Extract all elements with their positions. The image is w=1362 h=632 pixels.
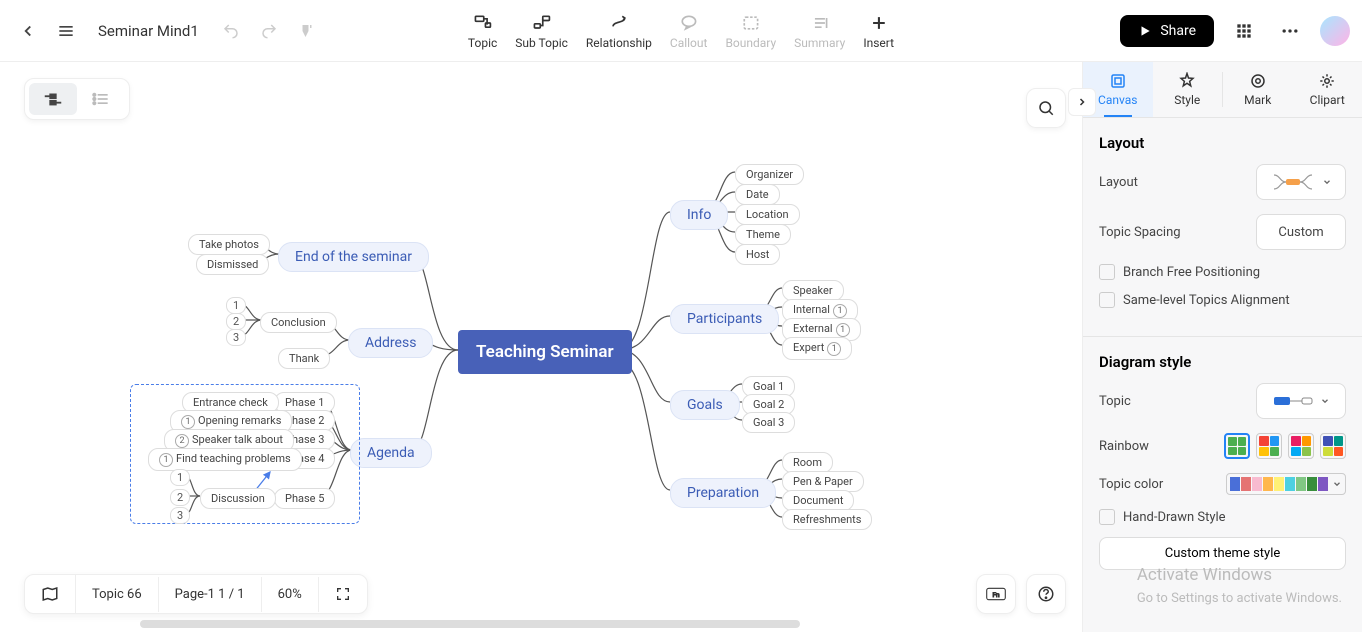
tab-mark[interactable]: Mark [1223, 62, 1293, 117]
node-sub[interactable]: Document [782, 490, 854, 511]
outline-view-icon[interactable] [77, 83, 125, 115]
tb-topic[interactable]: Topic [468, 12, 497, 50]
node-sub[interactable]: Host [735, 244, 780, 265]
zoom-level[interactable]: 60% [262, 577, 319, 612]
topic-color-select[interactable] [1226, 473, 1346, 495]
diagram-title: Diagram style [1099, 353, 1346, 371]
mindmap-view-icon[interactable] [29, 83, 77, 115]
fullscreen-icon[interactable] [319, 576, 367, 612]
node-sub[interactable]: Pen & Paper [782, 471, 864, 492]
node-sub[interactable]: 1Find teaching problems [148, 448, 302, 471]
rainbow-opt-3[interactable] [1288, 433, 1314, 459]
tb-boundary: Boundary [725, 12, 776, 50]
spacing-select[interactable]: Custom [1256, 214, 1346, 250]
node-end[interactable]: End of the seminar [278, 242, 429, 272]
more-icon[interactable] [1274, 15, 1306, 47]
back-icon[interactable] [12, 15, 44, 47]
node-sub[interactable]: Conclusion [260, 312, 337, 333]
node-sub[interactable]: Discussion [200, 488, 276, 509]
rainbow-options[interactable] [1224, 433, 1346, 459]
toolbar-center: Topic Sub Topic Relationship Callout Bou… [468, 12, 894, 50]
tab-style[interactable]: Style [1153, 62, 1223, 117]
collapse-panel-icon[interactable] [1068, 88, 1096, 116]
node-info[interactable]: Info [670, 200, 728, 230]
rainbow-label: Rainbow [1099, 439, 1149, 454]
redo-icon[interactable] [253, 15, 285, 47]
node-tiny[interactable]: 1 [170, 469, 190, 486]
node-sub[interactable]: Phase 5 [274, 488, 335, 509]
node-sub[interactable]: Thank [278, 348, 330, 369]
page-indicator[interactable]: Page-1 1 / 1 [159, 577, 262, 612]
node-sub[interactable]: Theme [735, 224, 791, 245]
tb-insert[interactable]: Insert [863, 12, 894, 50]
node-sub[interactable]: Room [782, 452, 833, 473]
node-sub[interactable]: Take photos [188, 234, 270, 255]
node-sub[interactable]: Date [735, 184, 780, 205]
node-tiny[interactable]: 2 [226, 313, 246, 330]
node-address[interactable]: Address [348, 328, 433, 358]
scrollbar[interactable] [140, 620, 800, 628]
bottom-bar: Topic 66 Page-1 1 / 1 60% [24, 574, 368, 614]
toolbar: Seminar Mind1 Topic Sub Topic Relationsh… [0, 0, 1362, 62]
layout-label: Layout [1099, 175, 1138, 190]
undo-icon[interactable] [215, 15, 247, 47]
node-agenda[interactable]: Agenda [350, 438, 432, 468]
doc-title[interactable]: Seminar Mind1 [98, 22, 199, 40]
avatar[interactable] [1320, 16, 1350, 46]
layout-select[interactable] [1256, 164, 1346, 200]
chk-branch-free[interactable]: Branch Free Positioning [1099, 264, 1346, 280]
search-icon[interactable] [1026, 88, 1066, 128]
chk-same-level[interactable]: Same-level Topics Alignment [1099, 292, 1346, 308]
tb-callout: Callout [670, 12, 708, 50]
tb-relationship[interactable]: Relationship [586, 12, 652, 50]
tb-subtopic[interactable]: Sub Topic [515, 12, 568, 50]
format-paint-icon[interactable] [291, 15, 323, 47]
menu-icon[interactable] [50, 15, 82, 47]
rainbow-opt-4[interactable] [1320, 433, 1346, 459]
topic-style-select[interactable] [1256, 383, 1346, 419]
count-badge: 1 [827, 342, 841, 356]
apps-icon[interactable] [1228, 15, 1260, 47]
node-participants[interactable]: Participants [670, 304, 779, 334]
canvas[interactable]: Teaching Seminar Info Participants Goals… [0, 62, 1082, 632]
topic-label: Topic [1099, 394, 1131, 409]
node-preparation[interactable]: Preparation [670, 478, 776, 508]
node-sub[interactable]: Location [735, 204, 800, 225]
sidebar: Canvas Style Mark Clipart Layout Layout … [1082, 62, 1362, 632]
topic-color-label: Topic color [1099, 477, 1163, 492]
topic-count[interactable]: Topic 66 [76, 577, 159, 612]
canvas-actions: Fn [976, 574, 1066, 614]
node-root[interactable]: Teaching Seminar [458, 330, 632, 374]
fn-button[interactable]: Fn [976, 574, 1016, 614]
spacing-label: Topic Spacing [1099, 225, 1181, 240]
node-sub[interactable]: Organizer [735, 164, 804, 185]
node-tiny[interactable]: 1 [226, 297, 246, 314]
node-sub[interactable]: Speaker [782, 280, 844, 301]
node-goals[interactable]: Goals [670, 390, 740, 420]
chk-hand-drawn[interactable]: Hand-Drawn Style [1099, 509, 1346, 525]
node-tiny[interactable]: 3 [170, 507, 190, 524]
layout-panel: Layout Layout Topic Spacing Custom Branc… [1083, 118, 1362, 336]
rainbow-opt-2[interactable] [1256, 433, 1282, 459]
view-switch[interactable] [24, 78, 130, 120]
layout-title: Layout [1099, 134, 1346, 152]
node-sub[interactable]: Dismissed [196, 254, 269, 275]
tb-summary: Summary [794, 12, 845, 50]
custom-theme-button[interactable]: Custom theme style [1099, 537, 1346, 570]
node-tiny[interactable]: 3 [226, 329, 246, 346]
node-tiny[interactable]: 2 [170, 489, 190, 506]
node-sub[interactable]: Expert1 [782, 337, 852, 360]
map-icon[interactable] [25, 575, 76, 613]
tab-clipart[interactable]: Clipart [1293, 62, 1362, 117]
diagram-panel: Diagram style Topic Rainbow Topic color … [1083, 337, 1362, 586]
count-badge: 1 [833, 304, 847, 318]
help-icon[interactable] [1026, 574, 1066, 614]
node-sub[interactable]: Refreshments [782, 509, 872, 530]
share-button[interactable]: Share [1120, 15, 1214, 47]
count-badge: 1 [836, 323, 850, 337]
svg-text:Fn: Fn [992, 591, 1000, 599]
node-sub[interactable]: Goal 3 [742, 412, 795, 433]
rainbow-opt-1[interactable] [1224, 433, 1250, 459]
